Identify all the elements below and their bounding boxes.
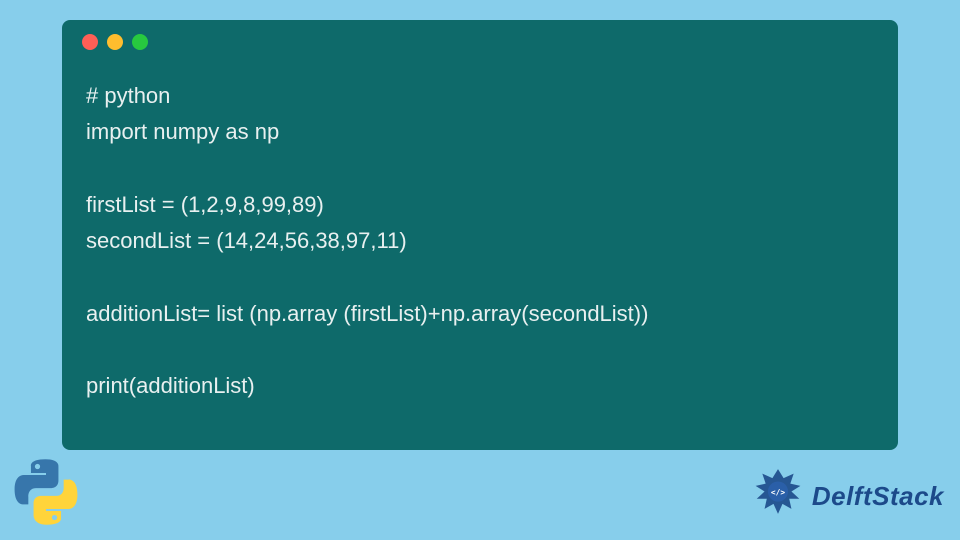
code-block: # python import numpy as np firstList = …	[62, 60, 898, 429]
brand-name: DelftStack	[812, 481, 944, 512]
python-logo-icon	[10, 456, 82, 528]
code-line	[86, 332, 874, 368]
code-line: print(additionList)	[86, 368, 874, 404]
code-line: additionList= list (np.array (firstList)…	[86, 296, 874, 332]
brand-badge: </> DelftStack	[750, 468, 944, 524]
close-icon	[82, 34, 98, 50]
code-line: import numpy as np	[86, 114, 874, 150]
window-controls	[62, 34, 898, 60]
code-window: # python import numpy as np firstList = …	[62, 20, 898, 450]
delftstack-logo-icon: </>	[750, 468, 806, 524]
code-line	[86, 259, 874, 295]
maximize-icon	[132, 34, 148, 50]
minimize-icon	[107, 34, 123, 50]
svg-text:</>: </>	[771, 488, 785, 497]
code-line: firstList = (1,2,9,8,99,89)	[86, 187, 874, 223]
code-line: secondList = (14,24,56,38,97,11)	[86, 223, 874, 259]
code-line	[86, 151, 874, 187]
code-line: # python	[86, 78, 874, 114]
